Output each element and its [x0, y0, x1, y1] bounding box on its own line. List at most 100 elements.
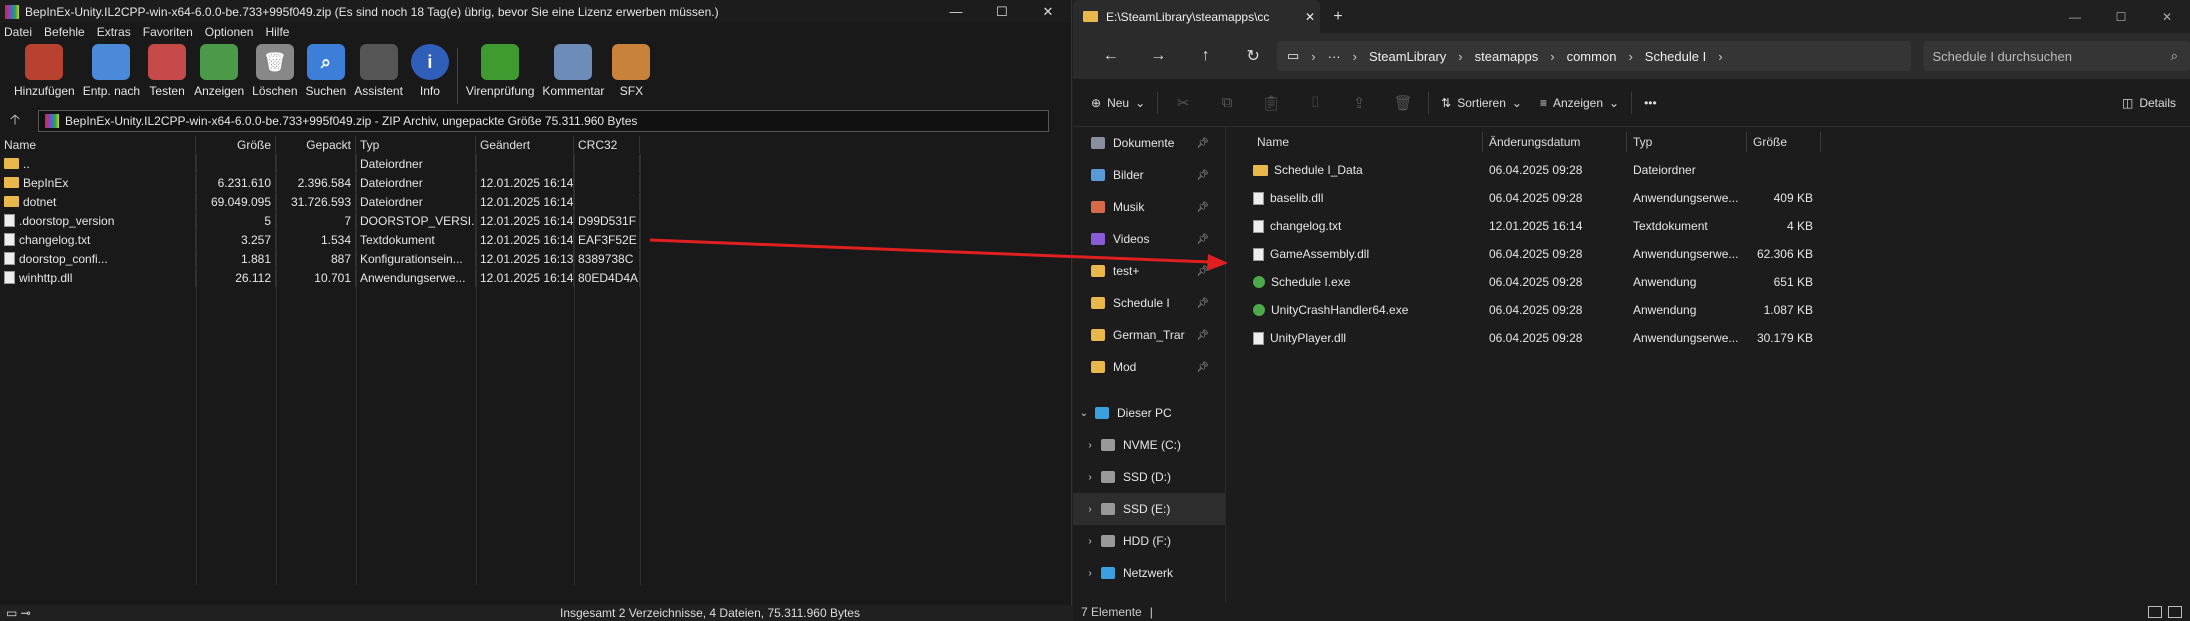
minimize-button[interactable]: —: [933, 4, 979, 19]
nav-item-mod[interactable]: Mod 📌︎: [1073, 351, 1225, 383]
menu-item-favoriten[interactable]: Favoriten: [143, 25, 193, 39]
up-arrow-icon[interactable]: 🡡: [10, 109, 32, 133]
pin-icon[interactable]: 📌︎: [1196, 298, 1209, 309]
column-header-größe[interactable]: Größe: [1747, 131, 1821, 152]
toolbar-button-virenprüfung[interactable]: Virenprüfung: [462, 44, 539, 98]
toolbar-button-sfx[interactable]: SFX: [608, 44, 654, 98]
explorer-tab[interactable]: E:\SteamLibrary\steamapps\cc ✕: [1073, 0, 1320, 33]
menu-item-extras[interactable]: Extras: [97, 25, 131, 39]
nav-item-musik[interactable]: Musik 📌︎: [1073, 191, 1225, 223]
column-header-größe[interactable]: Größe: [196, 136, 276, 154]
toolbar-button-entp-nach[interactable]: Entp. nach: [79, 44, 144, 98]
back-button[interactable]: ←: [1087, 47, 1135, 65]
table-row[interactable]: dotnet 69.049.095 31.726.593 Dateiordner 12.…: [0, 192, 1071, 211]
table-row[interactable]: .. Dateiordner: [0, 154, 1071, 173]
rename-icon[interactable]: ⌷: [1296, 94, 1334, 111]
close-tab-icon[interactable]: ✕: [1300, 10, 1320, 24]
toolbar-button-löschen[interactable]: 🗑︎ Löschen: [248, 44, 301, 98]
pin-icon[interactable]: 📌︎: [1196, 330, 1209, 341]
close-button[interactable]: ✕: [2144, 10, 2190, 24]
menu-item-datei[interactable]: Datei: [4, 25, 32, 39]
column-header-name[interactable]: Name: [0, 136, 196, 154]
archive-path-field[interactable]: BepInEx-Unity.IL2CPP-win-x64-6.0.0-be.73…: [38, 110, 1049, 132]
pin-icon[interactable]: 📌︎: [1196, 266, 1209, 277]
menu-item-optionen[interactable]: Optionen: [205, 25, 254, 39]
chevron-right-icon[interactable]: ›: [1079, 440, 1101, 451]
new-tab-button[interactable]: +: [1320, 8, 1356, 26]
toolbar-button-hinzufügen[interactable]: Hinzufügen: [10, 44, 79, 98]
chevron-down-icon[interactable]: ⌄: [1073, 408, 1095, 419]
nav-item-dokumente[interactable]: Dokumente 📌︎: [1073, 127, 1225, 159]
minimize-button[interactable]: —: [2052, 10, 2098, 24]
list-item[interactable]: GameAssembly.dll 06.04.2025 09:28 Anwendun…: [1233, 240, 2190, 268]
column-header-gepackt[interactable]: Gepackt: [276, 136, 356, 154]
toolbar-button-assistent[interactable]: Assistent: [350, 44, 407, 98]
table-row[interactable]: doorstop_confi... 1.881 887 Konfigurationse…: [0, 249, 1071, 268]
nav-item-german-trar[interactable]: German_Trar 📌︎: [1073, 319, 1225, 351]
details-view-icon[interactable]: [2148, 606, 2162, 618]
column-header-typ[interactable]: Typ: [356, 136, 476, 154]
details-button[interactable]: ◫ Details: [2116, 96, 2182, 110]
chevron-right-icon[interactable]: ›: [1079, 536, 1101, 547]
chevron-right-icon[interactable]: ›: [1079, 472, 1101, 483]
nav-item-bilder[interactable]: Bilder 📌︎: [1073, 159, 1225, 191]
pin-icon[interactable]: 📌︎: [1196, 138, 1209, 149]
ellipsis-icon[interactable]: ···: [1328, 49, 1341, 64]
maximize-button[interactable]: ☐: [979, 4, 1025, 20]
toolbar-button-kommentar[interactable]: Kommentar: [538, 44, 608, 98]
pin-icon[interactable]: 📌︎: [1196, 170, 1209, 181]
close-button[interactable]: ✕: [1025, 4, 1071, 20]
nav-item-nvme-c-[interactable]: › NVME (C:): [1073, 429, 1225, 461]
menu-item-befehle[interactable]: Befehle: [44, 25, 85, 39]
maximize-button[interactable]: ☐: [2098, 10, 2144, 24]
list-item[interactable]: Schedule I_Data 06.04.2025 09:28 Dateiordn…: [1233, 156, 2190, 184]
sort-button[interactable]: ⇅ Sortieren ⌄: [1435, 96, 1528, 110]
column-header-name[interactable]: Name: [1233, 131, 1483, 152]
toolbar-button-testen[interactable]: Testen: [144, 44, 190, 98]
search-input[interactable]: Schedule I durchsuchen ⌕: [1922, 41, 2190, 71]
list-item[interactable]: Schedule I.exe 06.04.2025 09:28 Anwendung 6…: [1233, 268, 2190, 296]
column-header-typ[interactable]: Typ: [1627, 131, 1747, 152]
paste-icon[interactable]: 📋︎: [1252, 94, 1290, 112]
up-button[interactable]: ↑: [1182, 47, 1230, 65]
toolbar-button-suchen[interactable]: ⌕ Suchen: [302, 44, 351, 98]
table-row[interactable]: changelog.txt 3.257 1.534 Textdokument 12.01…: [0, 230, 1071, 249]
chevron-right-icon[interactable]: ›: [1079, 568, 1101, 579]
nav-item-ssd-d-[interactable]: › SSD (D:): [1073, 461, 1225, 493]
table-row[interactable]: winhttp.dll 26.112 10.701 Anwendungserwe...…: [0, 268, 1071, 287]
tiles-view-icon[interactable]: [2168, 606, 2182, 618]
new-button[interactable]: ⊕ Neu ⌄: [1085, 96, 1151, 110]
cut-icon[interactable]: ✂: [1164, 94, 1202, 112]
more-options-icon[interactable]: •••: [1638, 96, 1663, 110]
toolbar-button-anzeigen[interactable]: Anzeigen: [190, 44, 248, 98]
pin-icon[interactable]: 📌︎: [1196, 202, 1209, 213]
nav-item-schedule-i[interactable]: Schedule I 📌︎: [1073, 287, 1225, 319]
list-item[interactable]: baselib.dll 06.04.2025 09:28 Anwendungserw…: [1233, 184, 2190, 212]
refresh-button[interactable]: ↻: [1230, 46, 1278, 66]
breadcrumb-steamapps[interactable]: steamapps: [1475, 49, 1539, 64]
delete-icon[interactable]: 🗑︎: [1384, 94, 1422, 112]
nav-item-videos[interactable]: Videos 📌︎: [1073, 223, 1225, 255]
forward-button[interactable]: →: [1135, 47, 1183, 65]
breadcrumb-schedule-i[interactable]: Schedule I: [1645, 49, 1706, 64]
toolbar-button-info[interactable]: i Info: [407, 44, 453, 98]
nav-item-netzwerk[interactable]: › Netzwerk: [1073, 557, 1225, 589]
nav-item-ssd-e-[interactable]: › SSD (E:): [1073, 493, 1225, 525]
column-header-änderungsdatum[interactable]: Änderungsdatum: [1483, 131, 1627, 152]
copy-icon[interactable]: ⧉: [1208, 94, 1246, 111]
pin-icon[interactable]: 📌︎: [1196, 234, 1209, 245]
breadcrumb[interactable]: ▭ › ··· › SteamLibrary › steamapps › common › S…: [1277, 41, 1911, 71]
list-item[interactable]: changelog.txt 12.01.2025 16:14 Textdokumen…: [1233, 212, 2190, 240]
table-row[interactable]: BepInEx 6.231.610 2.396.584 Dateiordner 12.0…: [0, 173, 1071, 192]
breadcrumb-steamlibrary[interactable]: SteamLibrary: [1369, 49, 1446, 64]
column-header-crc32[interactable]: CRC32: [574, 136, 640, 154]
menu-item-hilfe[interactable]: Hilfe: [265, 25, 289, 39]
pin-icon[interactable]: 📌︎: [1196, 362, 1209, 373]
view-button[interactable]: ≡ Anzeigen ⌄: [1534, 96, 1625, 110]
nav-item-test-[interactable]: test+ 📌︎: [1073, 255, 1225, 287]
chevron-right-icon[interactable]: ›: [1079, 504, 1101, 515]
list-item[interactable]: UnityCrashHandler64.exe 06.04.2025 09:28 A…: [1233, 296, 2190, 324]
breadcrumb-common[interactable]: common: [1567, 49, 1617, 64]
nav-item-dieser-pc[interactable]: ⌄ Dieser PC: [1073, 397, 1225, 429]
list-item[interactable]: UnityPlayer.dll 06.04.2025 09:28 Anwendung…: [1233, 324, 2190, 352]
